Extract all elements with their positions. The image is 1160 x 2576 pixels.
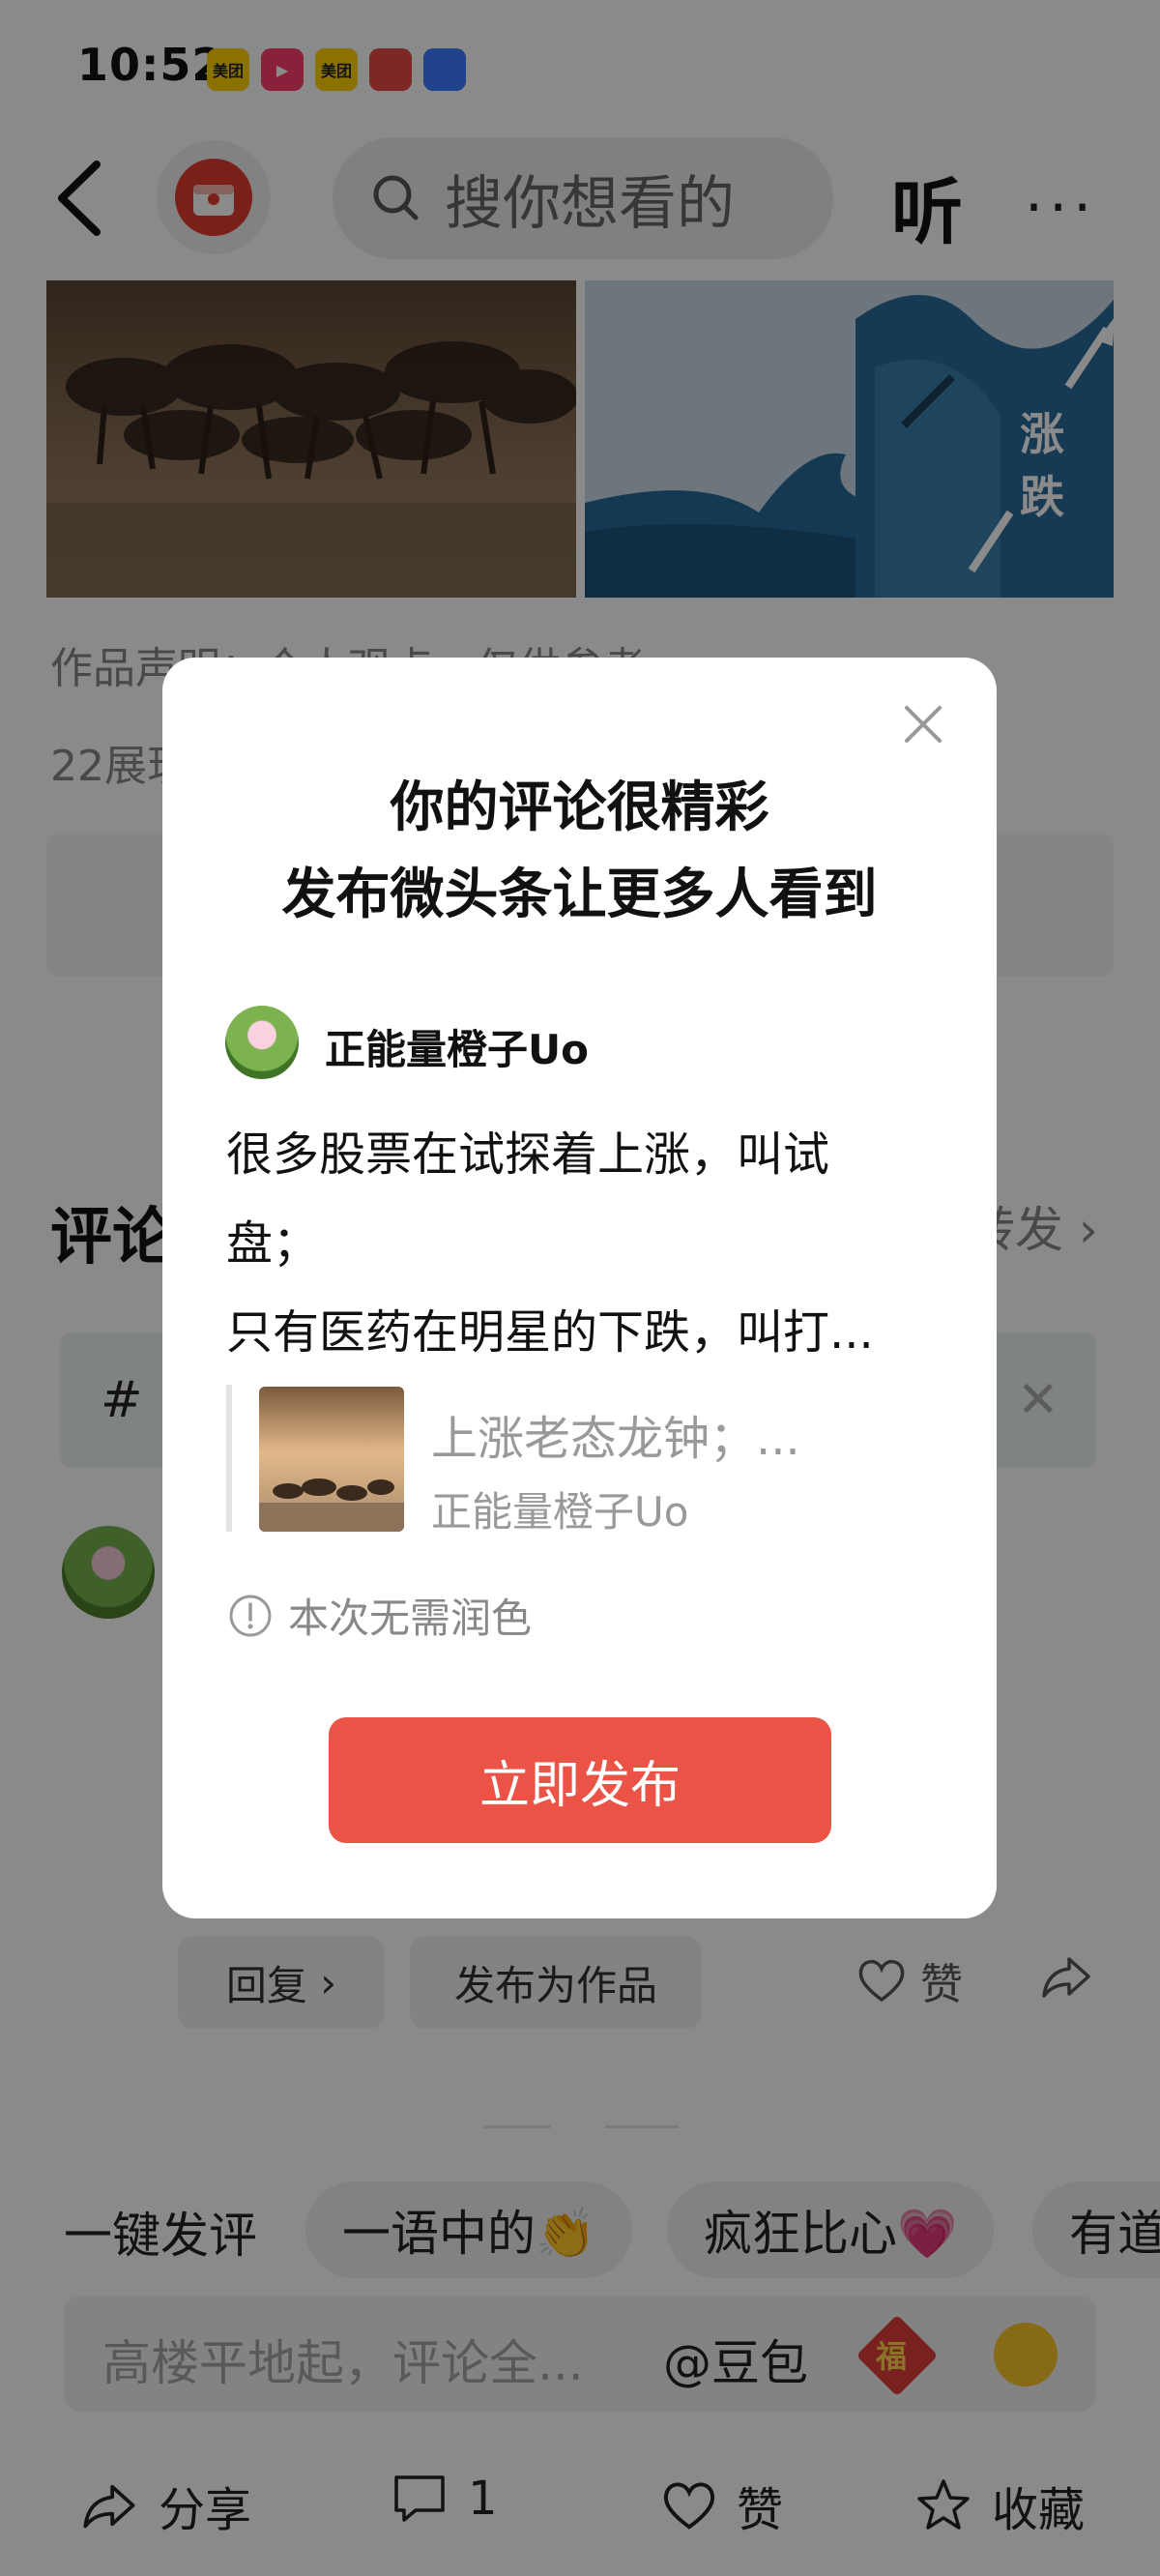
comment-line-3: 只有医药在明星的下跌，叫打... xyxy=(226,1305,874,1360)
quote-bar xyxy=(226,1385,232,1532)
publish-now-button[interactable]: 立即发布 xyxy=(329,1717,831,1843)
polish-notice-text: 本次无需润色 xyxy=(288,1595,533,1642)
close-icon[interactable] xyxy=(899,700,947,748)
polish-notice: 本次无需润色 xyxy=(228,1586,532,1645)
author-name: 正能量橙子Uo xyxy=(325,1026,589,1073)
quoted-article-title: 上涨老态龙钟；... xyxy=(431,1412,800,1466)
dialog-title-line2: 发布微头条让更多人看到 xyxy=(281,864,878,926)
quoted-article-author: 正能量橙子Uo xyxy=(431,1488,689,1536)
quoted-article-thumbnail xyxy=(259,1387,404,1532)
author-avatar xyxy=(225,1006,299,1079)
comment-preview: 很多股票在试探着上涨，叫试 盘； 只有医药在明星的下跌，叫打... xyxy=(226,1110,942,1377)
dialog-title-line1: 你的评论很精彩 xyxy=(390,776,769,839)
info-icon xyxy=(229,1595,272,1636)
comment-line-1: 很多股票在试探着上涨，叫试 xyxy=(226,1127,830,1182)
comment-line-2: 盘； xyxy=(226,1216,320,1271)
